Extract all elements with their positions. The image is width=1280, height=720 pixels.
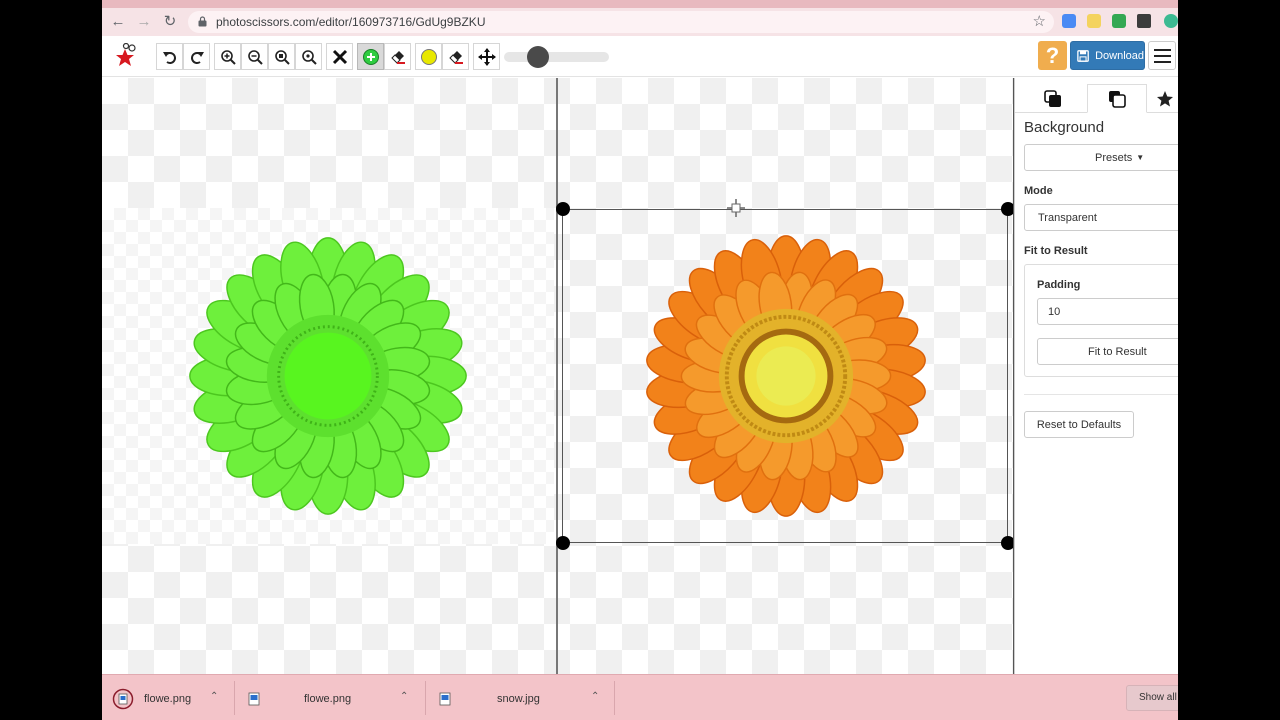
star-icon <box>1157 90 1173 106</box>
foreground-layer-icon <box>1044 89 1061 107</box>
zoom-in-button[interactable] <box>214 43 241 70</box>
download-item[interactable]: snow.jpg <box>439 683 540 715</box>
move-icon <box>477 47 496 66</box>
download-button[interactable]: Download <box>1070 41 1145 70</box>
crop-frame[interactable] <box>562 209 1008 543</box>
tab-background[interactable] <box>1087 84 1147 113</box>
download-filename: flowe.png <box>144 693 192 705</box>
undo-icon <box>162 51 176 64</box>
downloads-bar: flowe.png ⌃ flowe.png ⌃ snow.jpg ⌃ Show … <box>102 674 1178 720</box>
extension-icon[interactable] <box>1112 14 1126 28</box>
reload-icon[interactable]: ↻ <box>160 12 180 32</box>
fit-to-result-panel: Padding 10 Fit to Result <box>1024 264 1178 377</box>
keep-marker-button[interactable] <box>357 43 384 70</box>
menu-button[interactable] <box>1148 41 1176 70</box>
url-text: photoscissors.com/editor/160973716/GdUg9… <box>216 15 486 29</box>
redo-icon <box>190 51 204 64</box>
star-icon[interactable]: ☆ <box>1033 12 1046 30</box>
clear-button[interactable] <box>326 43 353 70</box>
sidebar-tabs <box>1015 78 1178 113</box>
plus-marker-icon <box>362 48 379 65</box>
divider <box>614 681 615 715</box>
address-bar: ← → ↻ photoscissors.com/editor/160973716… <box>102 8 1178 36</box>
mode-label: Mode <box>1024 185 1053 197</box>
background-layer-icon <box>1109 90 1126 108</box>
sidebar-divider-line <box>1024 394 1178 395</box>
padding-value: 10 <box>1048 305 1061 318</box>
tab-foreground[interactable] <box>1023 84 1083 113</box>
image-file-icon <box>112 688 134 710</box>
back-icon[interactable]: ← <box>108 12 128 32</box>
presets-label: Presets <box>1095 151 1133 164</box>
hamburger-icon <box>1153 48 1171 51</box>
reset-defaults-label: Reset to Defaults <box>1036 418 1122 431</box>
download-item[interactable]: flowe.png <box>112 683 191 715</box>
brush-size-slider[interactable] <box>504 52 609 62</box>
browser-window: ← → ↻ photoscissors.com/editor/160973716… <box>102 0 1178 720</box>
logo-icon <box>116 43 136 66</box>
editor-toolbar: ? Download <box>102 37 1178 77</box>
image-file-icon <box>439 692 451 706</box>
background-heading: Background <box>1024 119 1105 136</box>
zoom-in-icon <box>220 49 236 65</box>
zoom-actual-icon <box>301 49 317 65</box>
remove-eraser-button[interactable] <box>442 43 469 70</box>
presets-dropdown[interactable]: Presets ▼ <box>1024 144 1178 171</box>
tab-favorites[interactable] <box>1150 84 1178 113</box>
source-flower-image[interactable] <box>180 228 476 524</box>
mode-value: Transparent <box>1038 211 1097 224</box>
fit-to-result-heading: Fit to Result <box>1024 245 1088 257</box>
profile-icon[interactable] <box>1164 14 1178 28</box>
fit-to-result-button-label: Fit to Result <box>1088 345 1147 358</box>
eraser-icon <box>390 50 405 64</box>
zoom-actual-button[interactable] <box>295 43 322 70</box>
download-filename: snow.jpg <box>497 693 540 705</box>
divider <box>234 681 235 715</box>
keep-eraser-button[interactable] <box>384 43 411 70</box>
reset-defaults-button[interactable]: Reset to Defaults <box>1024 411 1134 438</box>
mode-select[interactable]: Transparent <box>1024 204 1178 231</box>
chevron-up-icon[interactable]: ⌃ <box>210 691 218 702</box>
zoom-out-icon <box>247 49 263 65</box>
zoom-fit-button[interactable] <box>268 43 295 70</box>
properties-sidebar: Background Presets ▼ Mode Transparent Fi… <box>1014 78 1178 674</box>
save-icon <box>1077 49 1089 62</box>
remove-marker-button[interactable] <box>415 43 442 70</box>
source-image-pane[interactable] <box>102 78 556 674</box>
puzzle-icon[interactable] <box>1137 14 1151 28</box>
minus-marker-icon <box>420 48 437 65</box>
extension-icon[interactable] <box>1087 14 1101 28</box>
eraser-icon <box>448 50 463 64</box>
download-filename: flowe.png <box>304 693 352 705</box>
zoom-fit-icon <box>274 49 290 65</box>
close-icon <box>332 49 347 64</box>
undo-button[interactable] <box>156 43 183 70</box>
editor-workspace <box>102 78 1015 674</box>
lock-icon <box>198 16 207 27</box>
crop-handle-top-left[interactable] <box>556 202 570 216</box>
padding-input[interactable]: 10 <box>1037 298 1178 325</box>
result-image-pane[interactable] <box>556 78 1015 674</box>
download-label: Download <box>1095 49 1144 62</box>
redo-button[interactable] <box>183 43 210 70</box>
forward-icon[interactable]: → <box>134 12 154 32</box>
move-cursor-icon <box>727 199 745 217</box>
extension-icon[interactable] <box>1062 14 1076 28</box>
caret-down-icon: ▼ <box>1136 153 1145 162</box>
zoom-out-button[interactable] <box>241 43 268 70</box>
pan-button[interactable] <box>473 43 500 70</box>
divider <box>425 681 426 715</box>
brush-size-slider-handle[interactable] <box>527 46 549 68</box>
crop-handle-bottom-left[interactable] <box>556 536 570 550</box>
download-item[interactable]: flowe.png <box>248 683 351 715</box>
tab-strip <box>102 0 1178 8</box>
help-button[interactable]: ? <box>1038 41 1067 70</box>
fit-to-result-button[interactable]: Fit to Result <box>1037 338 1178 365</box>
image-file-icon <box>248 692 260 706</box>
show-all-button[interactable]: Show all <box>1126 685 1178 711</box>
padding-label: Padding <box>1037 279 1081 291</box>
chevron-up-icon[interactable]: ⌃ <box>400 691 408 702</box>
chevron-up-icon[interactable]: ⌃ <box>591 691 599 702</box>
url-bar[interactable]: photoscissors.com/editor/160973716/GdUg9… <box>188 11 1054 33</box>
